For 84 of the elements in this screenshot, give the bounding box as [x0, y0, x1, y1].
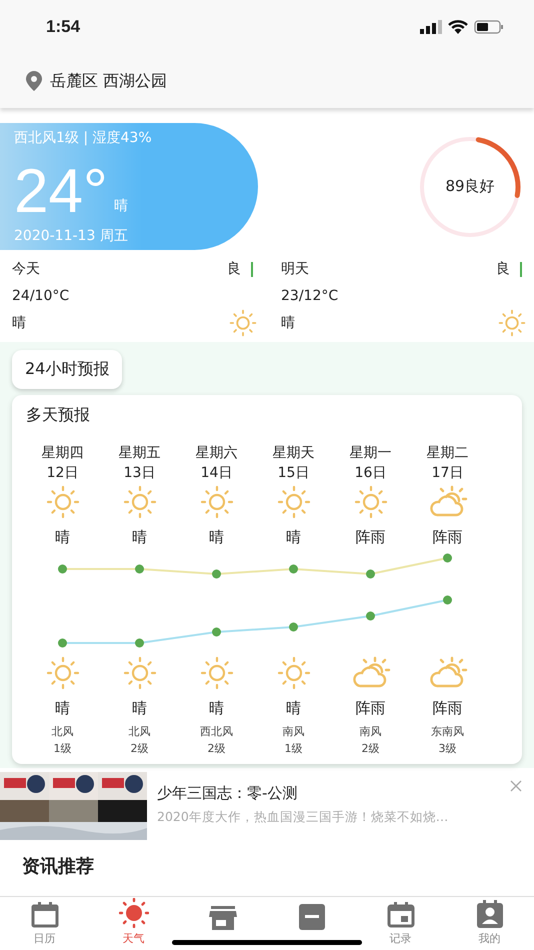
date-text: 2020-11-13 周五 [14, 227, 129, 245]
day-label: 今天 [12, 260, 41, 278]
weekday-label: 星期四 [42, 444, 84, 462]
date-label: 13日 [124, 464, 156, 482]
news-heading: 资讯推荐 [21, 855, 95, 878]
air-quality-reading: 89良好 [445, 177, 495, 196]
tab-item[interactable]: 日历 [0, 897, 89, 950]
sun-icon [200, 656, 234, 690]
cloud-sun-icon [428, 656, 468, 690]
condition-text: 晴 [114, 197, 128, 215]
wind-level: 1级 [284, 741, 302, 756]
wind-direction: 东南风 [431, 724, 464, 739]
sun-icon [122, 485, 156, 519]
ad-description: 2020年度大作，热血国漫三国手游！烧菜不如烧… [157, 809, 448, 826]
wifi-icon [448, 20, 468, 34]
weekday-label: 星期六 [196, 444, 238, 462]
date-label: 15日 [278, 464, 310, 482]
day-condition: 晴 [55, 528, 70, 547]
sun-icon [229, 309, 257, 337]
cloud-sun-icon [350, 656, 390, 690]
day-label: 明天 [281, 260, 310, 278]
condition-text: 晴 [12, 314, 27, 332]
weekday-label: 星期五 [118, 444, 160, 462]
date-label: 12日 [46, 464, 78, 482]
sun-icon [276, 656, 310, 690]
sun-icon [118, 898, 148, 928]
wind-level: 3级 [438, 741, 456, 756]
temperature-range: 24/10°C [12, 288, 70, 304]
wind-level: 1级 [54, 741, 72, 756]
sun-icon [200, 485, 234, 519]
wind-level: 2级 [362, 741, 380, 756]
date-label: 16日 [354, 464, 386, 482]
ad-title[interactable]: 少年三国志：零-公测 [157, 784, 448, 803]
minus-box-icon [298, 904, 324, 930]
air-quality-label: 良 [227, 260, 241, 278]
calendar-icon [30, 902, 58, 928]
event-calendar-icon [386, 902, 414, 928]
date-label: 17日 [432, 464, 464, 482]
tab-item[interactable]: 天气 [89, 897, 178, 950]
temperature-text: 24° [14, 161, 108, 223]
weekday-label: 星期一 [350, 444, 392, 462]
night-condition: 晴 [55, 699, 70, 718]
hourly-forecast-button[interactable]: 24小时预报 [12, 350, 122, 389]
sun-icon [276, 485, 310, 519]
tab-item[interactable]: 记录 [356, 897, 445, 950]
night-condition: 晴 [132, 699, 147, 718]
battery-icon [474, 20, 504, 34]
signal-icon [420, 20, 442, 34]
night-condition: 阵雨 [432, 699, 462, 718]
night-condition: 晴 [286, 699, 301, 718]
wind-humidity-text: 西北风1级 | 湿度43% [14, 129, 153, 147]
wind-level: 2级 [130, 741, 148, 756]
wind-direction: 北风 [52, 724, 74, 739]
condition-text: 晴 [281, 314, 296, 332]
day-condition: 阵雨 [356, 528, 386, 547]
weekday-label: 星期二 [426, 444, 468, 462]
sun-icon [122, 656, 156, 690]
weekday-label: 星期天 [272, 444, 314, 462]
location-text[interactable]: 岳麓区 西湖公园 [50, 70, 168, 92]
night-condition: 晴 [209, 699, 224, 718]
sun-icon [46, 656, 80, 690]
sun-icon [498, 309, 526, 337]
temperature-range: 23/12°C [281, 288, 340, 304]
wind-direction: 西北风 [200, 724, 233, 739]
shop-icon [208, 906, 236, 930]
sun-icon [46, 485, 80, 519]
day-condition: 晴 [286, 528, 301, 547]
forecast-title: 多天预报 [26, 405, 91, 426]
wind-direction: 南风 [282, 724, 304, 739]
tab-item[interactable]: 我的 [445, 897, 534, 950]
sun-icon [354, 485, 388, 519]
date-label: 14日 [200, 464, 232, 482]
night-condition: 阵雨 [356, 699, 386, 718]
wind-direction: 北风 [128, 724, 150, 739]
location-pin-icon [26, 71, 42, 91]
day-condition: 晴 [209, 528, 224, 547]
day-condition: 晴 [132, 528, 147, 547]
contact-icon [476, 900, 502, 928]
wind-direction: 南风 [360, 724, 382, 739]
air-quality-label: 良 [496, 260, 510, 278]
wind-level: 2级 [208, 741, 226, 756]
status-time: 1:54 [46, 17, 80, 37]
cloud-sun-icon [428, 485, 468, 519]
day-condition: 阵雨 [432, 528, 462, 547]
